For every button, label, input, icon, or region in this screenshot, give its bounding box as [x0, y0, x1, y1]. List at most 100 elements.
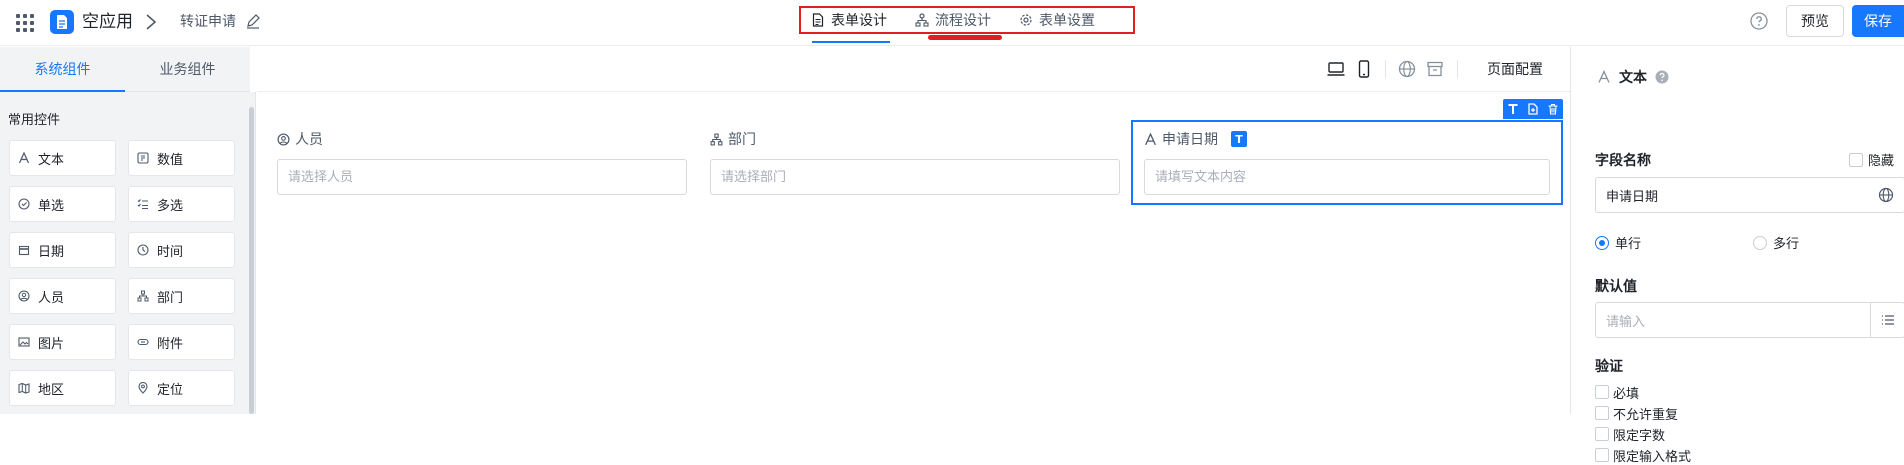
help-icon[interactable]	[1655, 70, 1669, 84]
validation-option-label: 必填	[1613, 386, 1640, 402]
top-bar: 空应用 转证申请 表单设计 流程设计 表单设置 预览 保存	[0, 0, 1904, 46]
save-button[interactable]: 保存	[1852, 5, 1904, 37]
help-icon[interactable]	[1750, 12, 1768, 30]
radio-dot	[1753, 235, 1767, 250]
breadcrumb-current: 转证申请	[180, 14, 236, 30]
validation-options: 必填 不允许重复 限定字数 限定输入格式	[1595, 383, 1692, 465]
preview-button[interactable]: 预览	[1786, 5, 1844, 37]
default-value-label: 默认值	[1595, 279, 1637, 295]
desktop-icon[interactable]	[1326, 59, 1346, 79]
checkbox-box	[1595, 385, 1609, 399]
toolbar-divider	[1385, 60, 1386, 78]
component-label: 日期	[38, 244, 65, 260]
component-tabs: 系统组件 业务组件	[0, 47, 256, 92]
mobile-icon[interactable]	[1354, 59, 1374, 79]
form-doc-icon	[812, 13, 824, 27]
attachment-icon	[137, 338, 149, 346]
globe-icon[interactable]	[1397, 59, 1417, 79]
component-time[interactable]: 时间	[128, 232, 235, 268]
validation-char-limit[interactable]: 限定字数	[1595, 425, 1691, 444]
component-person[interactable]: 人员	[9, 278, 116, 314]
app-logo-icon	[50, 10, 74, 34]
line-mode-radio-group: 单行 多行	[1595, 233, 1904, 252]
component-location[interactable]: 定位	[128, 370, 235, 406]
list-icon	[1881, 315, 1894, 325]
field-name-input[interactable]: 申请日期	[1595, 177, 1904, 213]
tab-system-components[interactable]: 系统组件	[0, 47, 125, 92]
radio-label: 单行	[1615, 237, 1642, 252]
active-tab-underline	[812, 41, 890, 43]
tab-form-settings[interactable]: 表单设置	[1019, 10, 1095, 30]
gear-icon	[1020, 14, 1032, 26]
tab-business-components[interactable]: 业务组件	[125, 47, 250, 92]
field-label-text: 申请日期	[1162, 132, 1218, 148]
radio-dot	[1595, 235, 1609, 250]
component-label: 附件	[157, 336, 184, 352]
form-field-department[interactable]: 部门	[710, 127, 1120, 195]
radio-label: 多行	[1773, 237, 1800, 252]
checkbox-box	[1595, 448, 1609, 462]
validation-required[interactable]: 必填	[1595, 383, 1691, 402]
component-number[interactable]: 数值	[128, 140, 235, 176]
org-icon	[710, 133, 723, 145]
tab-label: 表单设计	[831, 13, 887, 29]
form-field-apply-date[interactable]: 申请日期 T	[1131, 120, 1563, 205]
field-label: 人员	[277, 127, 687, 151]
field-type-action[interactable]	[1503, 99, 1523, 119]
field-label: 申请日期 T	[1144, 127, 1551, 151]
flow-icon	[915, 13, 929, 27]
person-icon	[18, 290, 30, 302]
delete-field-action[interactable]	[1543, 99, 1563, 119]
text-icon	[1598, 70, 1610, 83]
component-date[interactable]: 日期	[9, 232, 116, 268]
radio-single-line[interactable]: 单行	[1595, 233, 1753, 252]
radio-icon	[18, 198, 30, 210]
copy-field-action[interactable]	[1523, 99, 1543, 119]
default-value-input[interactable]: 请输入	[1595, 302, 1904, 338]
number-icon	[137, 152, 149, 164]
validation-option-label: 不允许重复	[1613, 407, 1679, 423]
validation-option-label: 限定输入格式	[1613, 449, 1692, 465]
validation-no-duplicate[interactable]: 不允许重复	[1595, 404, 1691, 423]
tab-label: 流程设计	[935, 13, 991, 29]
component-grid: 文本 数值 单选 多选 日期 时间 人员 部门 图片 附件 地区 定位	[9, 140, 235, 406]
calendar-icon	[18, 245, 30, 256]
component-label: 数值	[157, 152, 184, 168]
hidden-checkbox[interactable]: 隐藏	[1849, 150, 1894, 169]
person-select-input[interactable]	[277, 159, 687, 195]
component-scrollbar[interactable]	[249, 107, 254, 414]
component-radio[interactable]: 单选	[9, 186, 116, 222]
field-label-text: 人员	[295, 132, 323, 148]
component-label: 多选	[157, 198, 184, 214]
component-image[interactable]: 图片	[9, 324, 116, 360]
component-checkbox[interactable]: 多选	[128, 186, 235, 222]
form-field-person[interactable]: 人员	[277, 127, 687, 195]
validation-label: 验证	[1595, 359, 1623, 375]
default-value-options-button[interactable]	[1870, 303, 1904, 337]
component-department[interactable]: 部门	[128, 278, 235, 314]
component-panel: 系统组件 业务组件 常用控件 文本 数值 单选 多选 日期 时间 人员 部门 图…	[0, 47, 256, 414]
trash-icon	[1548, 103, 1558, 115]
map-icon	[18, 382, 30, 394]
validation-input-format[interactable]: 限定输入格式	[1595, 446, 1692, 465]
tab-form-design[interactable]: 表单设计	[811, 10, 887, 30]
app-name[interactable]: 空应用	[82, 10, 133, 34]
component-type-label: 文本	[1619, 70, 1647, 86]
clock-icon	[137, 244, 149, 256]
radio-multi-line[interactable]: 多行	[1753, 233, 1799, 252]
department-select-input[interactable]	[710, 159, 1120, 195]
component-attachment[interactable]: 附件	[128, 324, 235, 360]
component-label: 时间	[157, 244, 184, 260]
app-grid-icon[interactable]	[16, 14, 34, 32]
image-icon	[18, 337, 30, 347]
tab-flow-design[interactable]: 流程设计	[915, 10, 991, 30]
archive-icon[interactable]	[1425, 59, 1445, 79]
page-config-button[interactable]: 页面配置	[1487, 59, 1543, 79]
apply-date-text-input[interactable]	[1144, 159, 1550, 195]
globe-icon[interactable]	[1878, 187, 1894, 203]
component-text[interactable]: 文本	[9, 140, 116, 176]
component-region[interactable]: 地区	[9, 370, 116, 406]
component-label: 地区	[38, 382, 65, 398]
field-label: 部门	[710, 127, 1120, 151]
edit-pencil-icon[interactable]	[245, 13, 261, 29]
